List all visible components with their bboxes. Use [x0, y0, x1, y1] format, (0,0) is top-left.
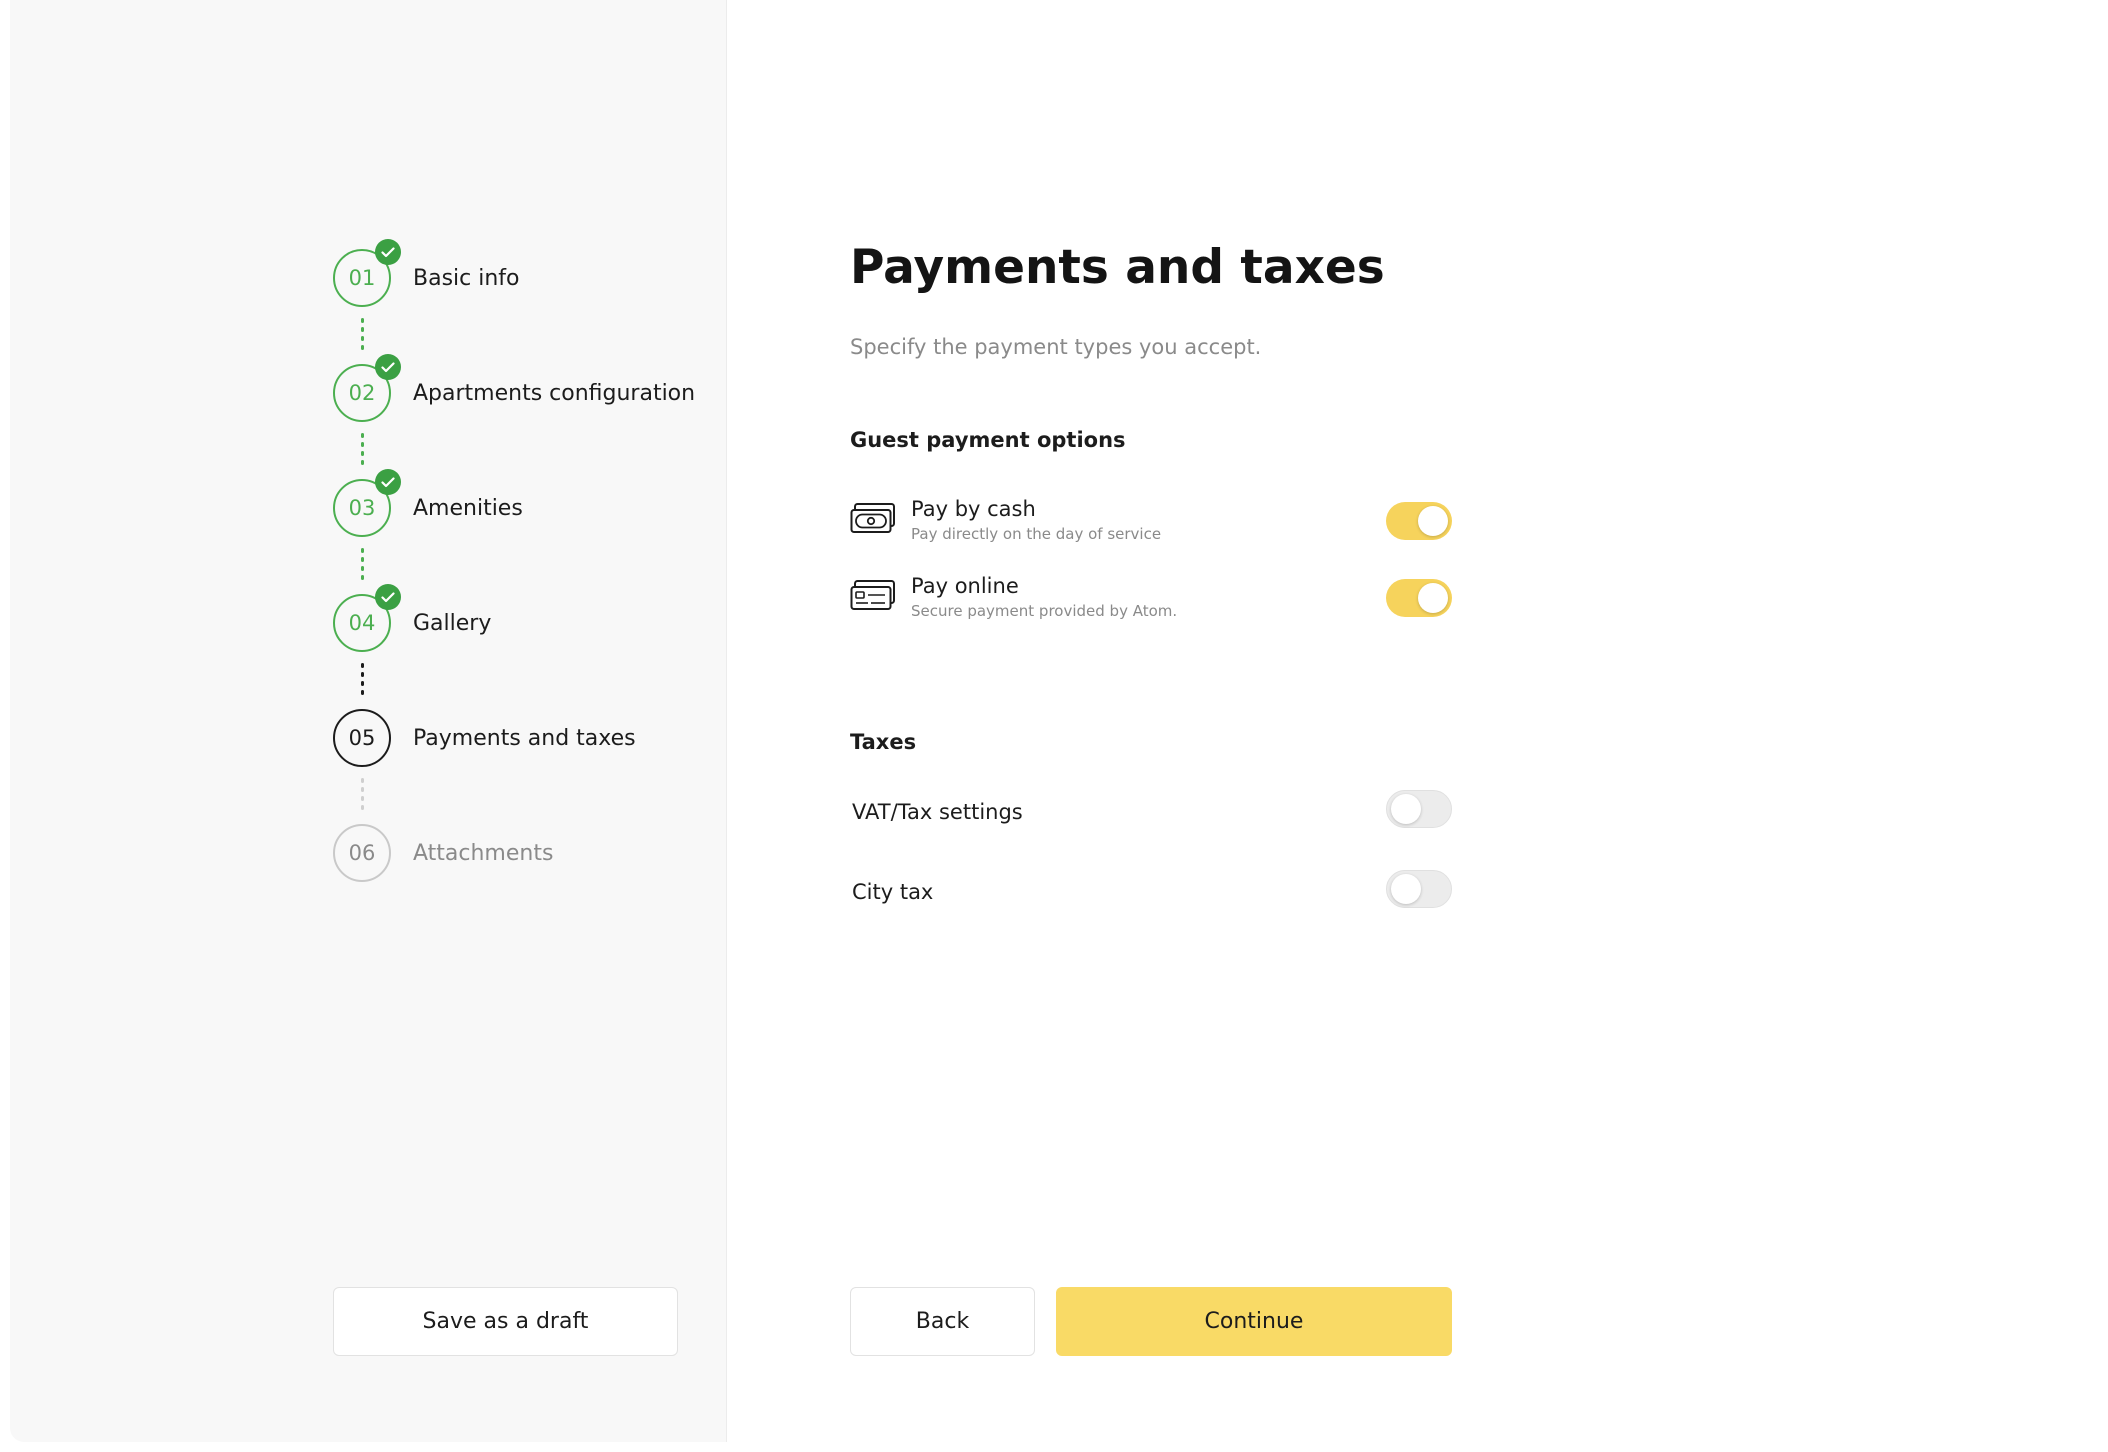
step-number: 02: [348, 381, 376, 405]
toggle-knob: [1391, 794, 1421, 824]
option-description: Pay directly on the day of service: [911, 525, 1162, 543]
toggle-knob: [1418, 583, 1448, 613]
step-amenities[interactable]: 03 Amenities: [333, 469, 523, 538]
credit-card-icon: [850, 580, 895, 610]
city-tax-label: City tax: [852, 880, 934, 904]
step-number-circle: 01: [333, 239, 401, 307]
toggle-knob: [1418, 506, 1448, 536]
step-gallery[interactable]: 04 Gallery: [333, 584, 492, 653]
step-label: Payments and taxes: [413, 725, 636, 751]
page-subtitle: Specify the payment types you accept.: [850, 335, 1262, 359]
step-basic-info[interactable]: 01 Basic info: [333, 239, 520, 308]
step-attachments[interactable]: 06 Attachments: [333, 823, 553, 883]
step-label: Apartments configuration: [413, 380, 696, 406]
step-number: 05: [348, 726, 376, 750]
step-apartments-configuration[interactable]: 02 Apartments configuration: [333, 354, 696, 423]
payment-option-online: Pay online Secure payment provided by At…: [850, 569, 1452, 629]
option-description: Secure payment provided by Atom.: [911, 602, 1178, 620]
cash-icon: [850, 503, 895, 533]
check-icon: [375, 469, 401, 495]
continue-button[interactable]: Continue: [1056, 1287, 1452, 1356]
toggle-knob: [1391, 874, 1421, 904]
check-icon: [375, 354, 401, 380]
step-number: 03: [348, 496, 376, 520]
step-number-circle: 04: [333, 584, 401, 652]
step-label: Gallery: [413, 610, 492, 636]
step-payments-and-taxes[interactable]: 05 Payments and taxes: [333, 708, 636, 768]
city-tax-toggle[interactable]: [1386, 870, 1452, 908]
page-title: Payments and taxes: [850, 240, 1385, 295]
step-label: Attachments: [413, 840, 554, 866]
step-number-circle: 02: [333, 354, 401, 422]
check-icon: [375, 584, 401, 610]
step-number-circle: 05: [333, 709, 391, 767]
back-button[interactable]: Back: [850, 1287, 1035, 1356]
option-title: Pay online: [911, 574, 1019, 598]
check-icon: [375, 239, 401, 265]
payment-option-cash: Pay by cash Pay directly on the day of s…: [850, 492, 1452, 552]
step-connector: [360, 778, 364, 816]
taxes-heading: Taxes: [850, 730, 917, 754]
save-draft-button[interactable]: Save as a draft: [333, 1287, 678, 1356]
step-number-circle: 06: [333, 824, 391, 882]
step-connector: [360, 318, 364, 356]
option-title: Pay by cash: [911, 497, 1036, 521]
vat-tax-settings-label: VAT/Tax settings: [852, 800, 1023, 824]
step-number: 06: [348, 841, 376, 865]
pay-online-toggle[interactable]: [1386, 579, 1452, 617]
pay-by-cash-toggle[interactable]: [1386, 502, 1452, 540]
step-number-circle: 03: [333, 469, 401, 537]
step-number: 01: [348, 266, 376, 290]
step-connector: [360, 663, 364, 701]
guest-payment-heading: Guest payment options: [850, 428, 1126, 452]
step-connector: [360, 433, 364, 471]
step-connector: [360, 548, 364, 586]
step-label: Amenities: [413, 495, 523, 521]
step-label: Basic info: [413, 265, 520, 291]
step-number: 04: [348, 611, 376, 635]
vat-tax-settings-toggle[interactable]: [1386, 790, 1452, 828]
